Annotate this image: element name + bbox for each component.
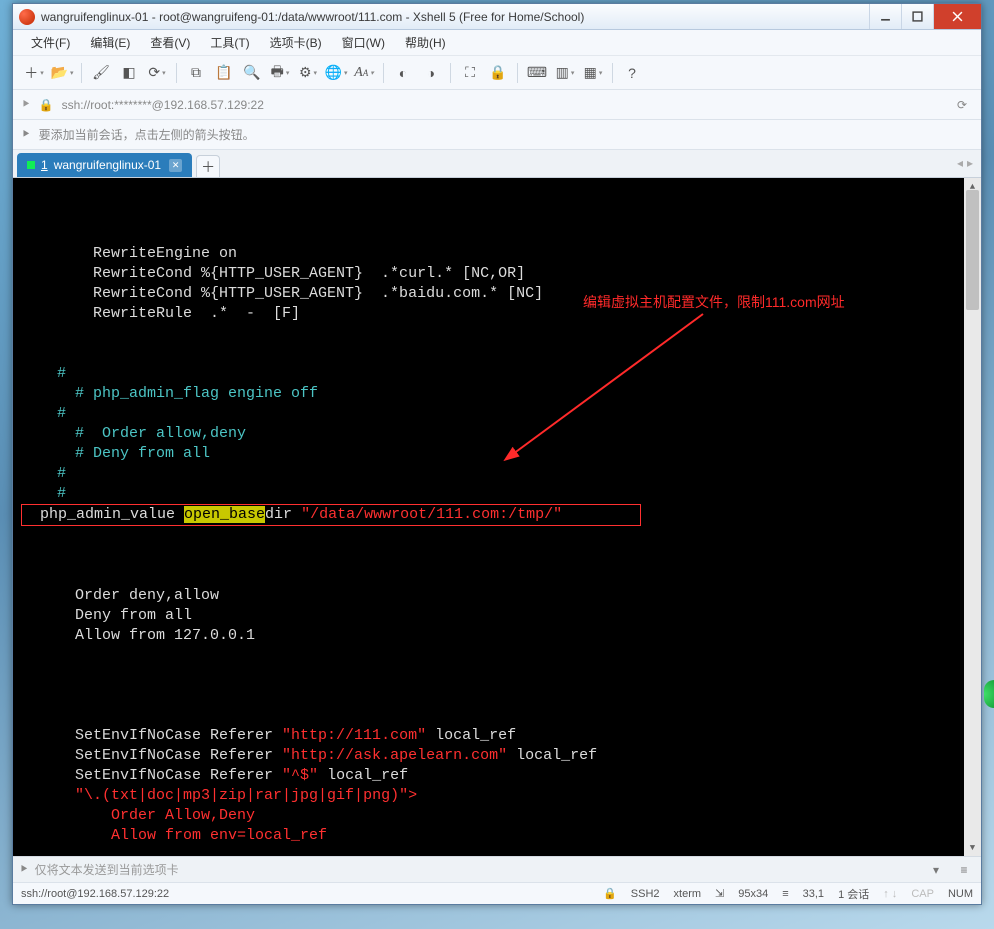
scroll-thumb[interactable] — [966, 190, 979, 310]
scroll-down-icon[interactable]: ▼ — [964, 839, 981, 856]
erase-icon[interactable]: ◧ — [116, 60, 142, 86]
new-session-icon[interactable]: ＋▾ — [21, 60, 47, 86]
tab-index: 1 — [41, 158, 48, 172]
layout-icon[interactable]: ▥▾ — [552, 60, 578, 86]
send-bar: ⯈ 仅将文本发送到当前选项卡 ▾ ≡ — [13, 856, 981, 882]
fullscreen-icon[interactable]: ⛶ — [457, 60, 483, 86]
window-title: wangruifenglinux-01 - root@wangruifeng-0… — [41, 10, 869, 24]
properties-icon[interactable]: ⚙▾ — [295, 60, 321, 86]
tab-nav: ◂ ▸ — [957, 156, 973, 170]
tip-bar: ⯈ 要添加当前会话，点击左侧的箭头按钮。 — [13, 120, 981, 150]
status-ssh: SSH2 — [631, 888, 660, 900]
status-linecol: 33,1 — [803, 888, 824, 900]
copy-icon[interactable]: ⧉ — [183, 60, 209, 86]
status-term: xterm — [674, 888, 702, 900]
new-tab-button[interactable]: ＋ — [196, 155, 220, 177]
status-connection: ssh://root@192.168.57.129:22 — [21, 888, 589, 900]
status-updown-icon: ↑ ↓ — [883, 888, 897, 900]
status-size: 95x34 — [738, 888, 768, 900]
status-line-icon: ≡ — [782, 888, 788, 900]
tab-next-icon[interactable]: ▸ — [967, 156, 973, 170]
address-text[interactable]: ssh://root:********@192.168.57.129:22 — [62, 98, 943, 112]
status-cap: CAP — [911, 888, 934, 900]
status-bar: ssh://root@192.168.57.129:22 🔒 SSH2 xter… — [13, 882, 981, 904]
annotation-text: 编辑虚拟主机配置文件，限制111.com网址 — [583, 292, 845, 312]
tile-icon[interactable]: ▦▾ — [580, 60, 606, 86]
status-size-icon: ⇲ — [715, 887, 724, 900]
status-dot-icon — [27, 161, 35, 169]
tip-text: 要添加当前会话，点击左侧的箭头按钮。 — [39, 126, 255, 143]
tab-name: wangruifenglinux-01 — [54, 158, 161, 172]
status-sessions: 1 会话 — [838, 886, 869, 902]
menu-item[interactable]: 选项卡(B) — [262, 31, 330, 54]
globe-icon[interactable]: 🌐▾ — [323, 60, 349, 86]
menubar: 文件(F)编辑(E)查看(V)工具(T)选项卡(B)窗口(W)帮助(H) — [13, 30, 981, 56]
lock-icon[interactable]: 🔒 — [485, 60, 511, 86]
theme2-icon[interactable]: ◑ — [418, 60, 444, 86]
status-num: NUM — [948, 888, 973, 900]
tab-bar: 1 wangruifenglinux-01 ✕ ＋ ◂ ▸ — [13, 150, 981, 178]
lock-small-icon: 🔒 — [39, 98, 54, 112]
menu-item[interactable]: 文件(F) — [23, 31, 78, 54]
close-button[interactable] — [933, 4, 981, 29]
menu-item[interactable]: 工具(T) — [202, 31, 257, 54]
status-lock-icon: 🔒 — [603, 887, 617, 900]
app-window: wangruifenglinux-01 - root@wangruifeng-0… — [12, 3, 982, 905]
find-icon[interactable]: 🔍 — [239, 60, 265, 86]
session-tab[interactable]: 1 wangruifenglinux-01 ✕ — [17, 153, 192, 177]
app-icon — [19, 9, 35, 25]
terminal-view[interactable]: ▲ ▼ RewriteEngine on RewriteCond %{HTTP_… — [13, 178, 981, 856]
menu-item[interactable]: 编辑(E) — [82, 31, 138, 54]
open-icon[interactable]: 📂▾ — [49, 60, 75, 86]
paste-icon[interactable]: 📋 — [211, 60, 237, 86]
send-input[interactable]: 仅将文本发送到当前选项卡 — [35, 861, 919, 878]
send-arrow-icon[interactable]: ⯈ — [19, 862, 29, 877]
theme1-icon[interactable]: ◐ — [390, 60, 416, 86]
menu-item[interactable]: 帮助(H) — [397, 31, 454, 54]
font-icon[interactable]: AA▾ — [351, 60, 377, 86]
tab-prev-icon[interactable]: ◂ — [957, 156, 963, 170]
terminal-content: RewriteEngine on RewriteCond %{HTTP_USER… — [21, 244, 981, 856]
keyboard-icon[interactable]: ⌨ — [524, 60, 550, 86]
address-arrow-icon[interactable]: ⯈ — [21, 97, 31, 112]
menu-item[interactable]: 窗口(W) — [334, 31, 393, 54]
send-dropdown-icon[interactable]: ▾ — [925, 863, 947, 877]
minimize-button[interactable] — [869, 4, 901, 29]
help-icon[interactable]: ? — [619, 60, 645, 86]
print-icon[interactable]: 🖶▾ — [267, 60, 293, 86]
reconnect-icon[interactable]: ⟳▾ — [144, 60, 170, 86]
menu-item[interactable]: 查看(V) — [142, 31, 198, 54]
toolbar: ＋▾ 📂▾ 🖌 ◧ ⟳▾ ⧉ 📋 🔍 🖶▾ ⚙▾ 🌐▾ AA▾ ◐ ◑ ⛶ 🔒 … — [13, 56, 981, 90]
tab-close-icon[interactable]: ✕ — [169, 159, 182, 172]
highlight-icon[interactable]: 🖌 — [88, 60, 114, 86]
side-widget-icon[interactable] — [984, 680, 994, 708]
tip-arrow-icon[interactable]: ⯈ — [21, 127, 31, 142]
maximize-button[interactable] — [901, 4, 933, 29]
titlebar: wangruifenglinux-01 - root@wangruifeng-0… — [13, 4, 981, 30]
address-bar: ⯈ 🔒 ssh://root:********@192.168.57.129:2… — [13, 90, 981, 120]
refresh-icon[interactable]: ⟳ — [951, 98, 973, 112]
scrollbar[interactable]: ▲ ▼ — [964, 178, 981, 856]
send-menu-icon[interactable]: ≡ — [953, 863, 975, 877]
